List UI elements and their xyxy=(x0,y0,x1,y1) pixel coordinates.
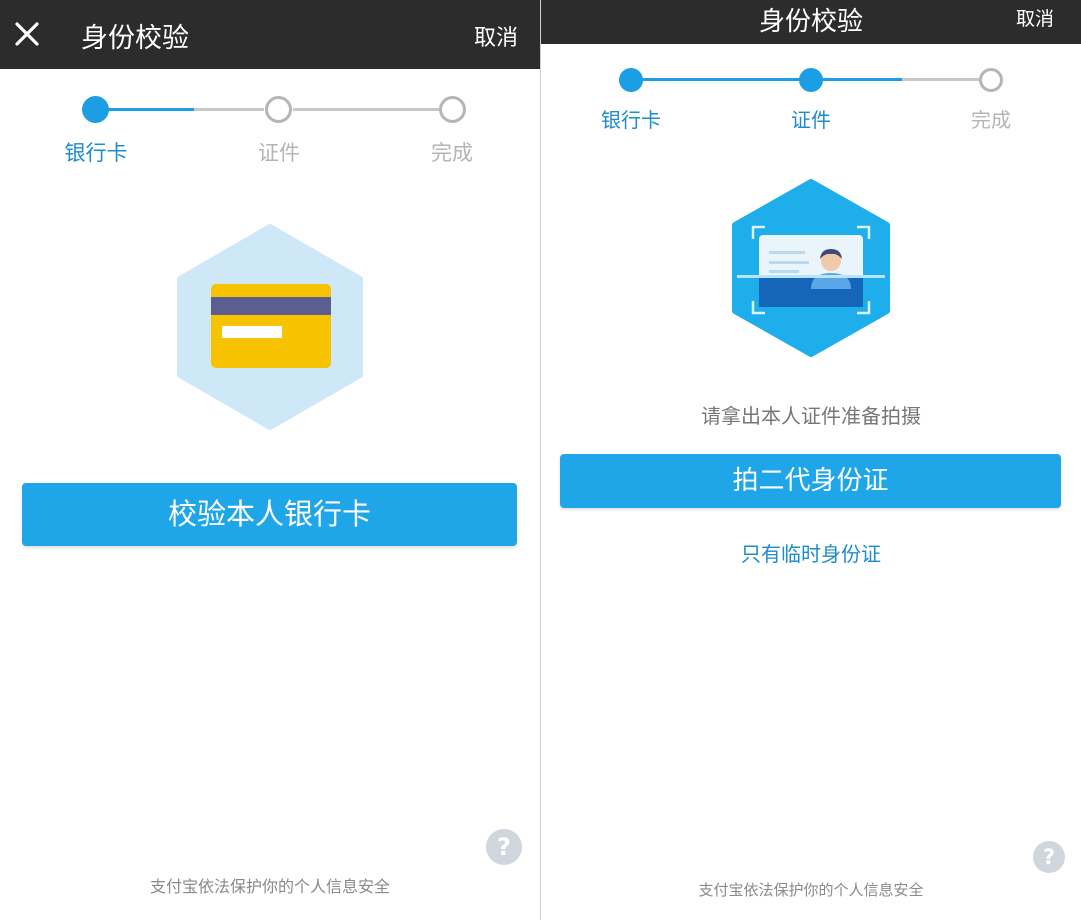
step-label-document: 证件 xyxy=(258,141,300,165)
close-icon[interactable] xyxy=(12,19,42,49)
step-label-bank-card: 银行卡 xyxy=(64,141,128,165)
progress-stepper: 银行卡 证件 完成 xyxy=(541,62,1081,142)
help-icon[interactable]: ? xyxy=(486,829,522,865)
step-connector-active xyxy=(822,78,902,81)
temporary-id-link[interactable]: 只有临时身份证 xyxy=(541,538,1081,567)
bank-card-step-screen: 身份校验 取消 银行卡 证件 完成 校验本人银行卡 ? 支付宝依法保护你的个人信… xyxy=(0,0,540,920)
step-label-complete: 完成 xyxy=(431,141,473,165)
step-dot-document xyxy=(265,96,292,123)
instruction-text: 请拿出本人证件准备拍摄 xyxy=(701,404,921,428)
privacy-note: 支付宝依法保护你的个人信息安全 xyxy=(149,877,390,896)
scan-id-card-button[interactable]: 拍二代身份证 xyxy=(560,454,1061,508)
privacy-note: 支付宝依法保护你的个人信息安全 xyxy=(698,881,924,899)
step-dot-complete xyxy=(439,96,466,123)
cancel-button[interactable]: 取消 xyxy=(1016,4,1054,31)
step-connector xyxy=(194,108,264,111)
screenshot-canvas: 身份校验 取消 银行卡 证件 完成 校验本人银行卡 ? 支付宝依法保护你的个人信… xyxy=(0,0,1081,920)
id-document-step-screen: 身份校验 取消 银行卡 证件 完成 请拿出本人证件准备拍摄 拍二代身份证 只有临… xyxy=(541,0,1081,920)
progress-stepper: 银行卡 证件 完成 xyxy=(0,90,540,170)
navigation-bar: 身份校验 取消 xyxy=(541,0,1081,44)
step-dot-complete xyxy=(979,68,1003,92)
step-label-bank-card: 银行卡 xyxy=(601,108,661,132)
step-connector xyxy=(902,78,979,81)
step-label-complete: 完成 xyxy=(971,108,1011,132)
step-dot-bank-card xyxy=(619,68,643,92)
step-label-document: 证件 xyxy=(791,108,831,132)
step-dot-document xyxy=(799,68,823,92)
step-connector-active xyxy=(108,108,194,111)
cancel-button[interactable]: 取消 xyxy=(474,20,518,52)
step-connector xyxy=(293,108,439,111)
navigation-bar: 身份校验 取消 xyxy=(0,0,540,69)
verify-bank-card-button[interactable]: 校验本人银行卡 xyxy=(22,483,517,546)
page-title: 身份校验 xyxy=(81,23,189,54)
step-dot-bank-card xyxy=(82,96,109,123)
help-icon[interactable]: ? xyxy=(1033,841,1065,873)
step-connector-active xyxy=(643,78,800,81)
id-card-scan-icon xyxy=(732,179,890,357)
bank-card-icon xyxy=(177,224,363,430)
page-title: 身份校验 xyxy=(759,7,864,37)
